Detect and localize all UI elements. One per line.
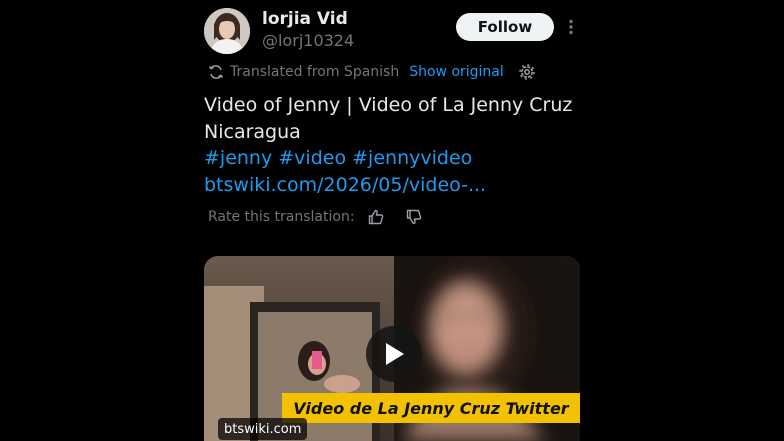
hashtags-line: #jenny #video #jennyvideo bbox=[204, 145, 604, 172]
gear-icon[interactable] bbox=[518, 63, 536, 81]
rate-translation-label: Rate this translation: bbox=[208, 209, 355, 225]
translate-icon bbox=[208, 65, 224, 79]
media-source-label[interactable]: btswiki.com bbox=[218, 418, 308, 440]
play-button[interactable] bbox=[366, 326, 422, 382]
avatar[interactable] bbox=[204, 8, 250, 54]
avatar-image bbox=[204, 8, 250, 54]
more-vertical-icon[interactable] bbox=[562, 16, 580, 38]
author-handle[interactable]: @lorj10324 bbox=[262, 31, 354, 50]
post-body: Video of Jenny | Video of La Jenny Cruz … bbox=[204, 92, 604, 198]
show-original-link[interactable]: Show original bbox=[409, 64, 504, 80]
post-text-line-1: Video of Jenny | Video of La Jenny Cruz bbox=[204, 94, 573, 116]
video-caption-banner: Video de La Jenny Cruz Twitter bbox=[282, 393, 580, 423]
hashtag-jenny[interactable]: #jenny bbox=[204, 147, 272, 169]
post-text-line-2: Nicaragua bbox=[204, 120, 301, 143]
author-display-name[interactable]: lorjia Vid bbox=[262, 9, 348, 29]
thumbs-down-icon[interactable] bbox=[405, 208, 423, 226]
tweet-post: lorjia Vid @lorj10324 Follow Translated … bbox=[0, 0, 784, 441]
video-thumbnail[interactable]: Video de La Jenny Cruz Twitter btswiki.c… bbox=[204, 256, 580, 441]
play-icon bbox=[386, 343, 404, 365]
hashtag-video[interactable]: #video bbox=[278, 147, 346, 169]
rate-translation: Rate this translation: bbox=[208, 206, 423, 228]
hashtag-jennyvideo[interactable]: #jennyvideo bbox=[352, 147, 472, 169]
thumbs-up-icon[interactable] bbox=[367, 208, 385, 226]
follow-button[interactable]: Follow bbox=[456, 13, 554, 41]
translation-info: Translated from Spanish Show original bbox=[208, 62, 536, 82]
translated-from-label: Translated from Spanish bbox=[230, 64, 400, 80]
post-link[interactable]: btswiki.com/2026/05/video-... bbox=[204, 172, 604, 199]
